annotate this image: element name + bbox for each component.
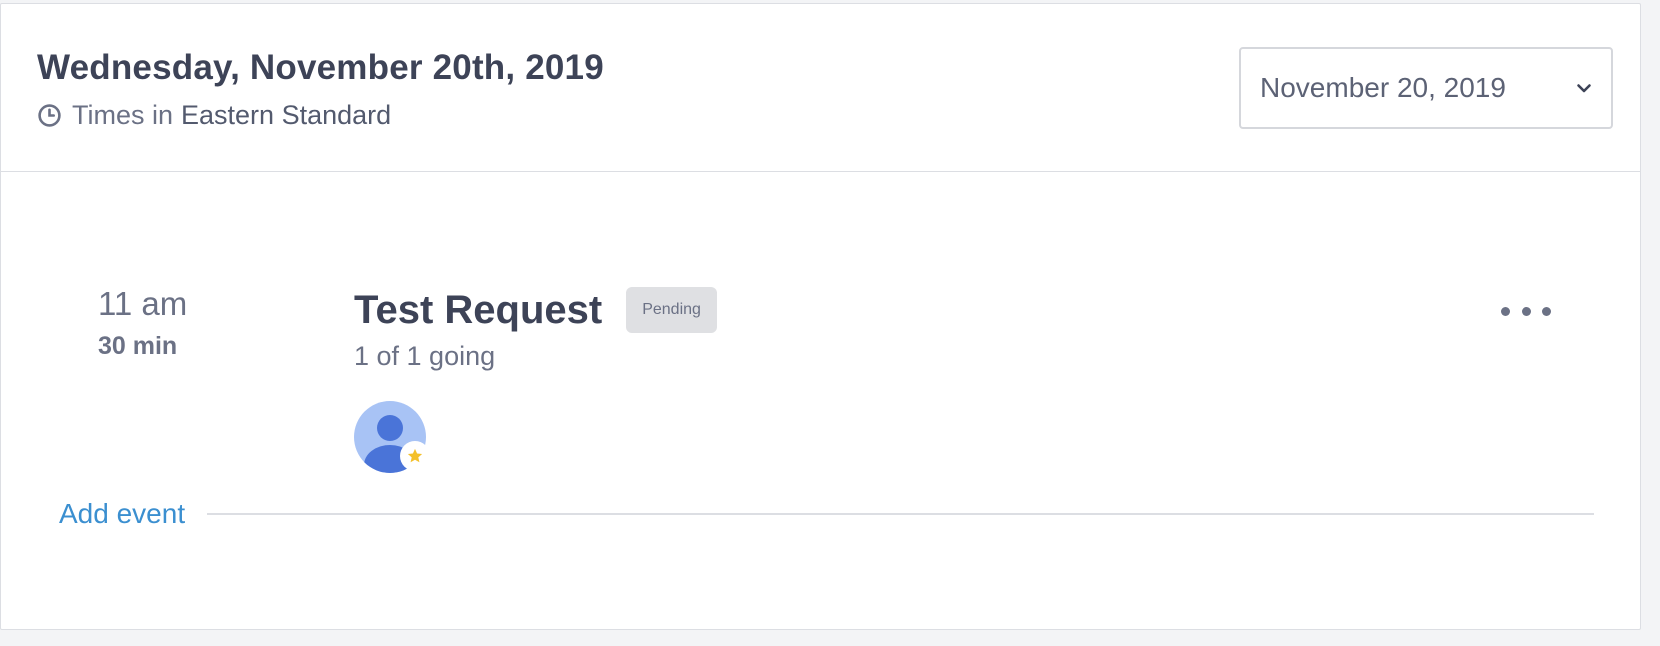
star-icon xyxy=(407,448,423,463)
add-event-row: Add event xyxy=(59,494,1594,534)
event-title[interactable]: Test Request xyxy=(354,290,602,330)
chevron-down-icon xyxy=(1575,79,1593,97)
add-event-link[interactable]: Add event xyxy=(59,498,185,530)
day-schedule-card: Wednesday, November 20th, 2019 Times in … xyxy=(0,3,1641,630)
timezone-prefix: Times in xyxy=(72,100,174,130)
status-badge: Pending xyxy=(626,287,717,333)
event-time: 11 am 30 min xyxy=(98,287,238,361)
more-options-button[interactable] xyxy=(1501,300,1551,322)
more-dot xyxy=(1501,306,1510,316)
attendee-avatar[interactable] xyxy=(354,401,430,473)
page-title: Wednesday, November 20th, 2019 xyxy=(37,48,604,87)
event-duration: 30 min xyxy=(98,332,178,360)
timezone-info: Times in Eastern Standard xyxy=(37,100,391,131)
more-dot xyxy=(1521,306,1531,316)
timezone-name[interactable]: Eastern Standard xyxy=(181,100,391,131)
date-select-value: November 20, 2019 xyxy=(1260,72,1506,103)
clock-icon xyxy=(37,103,62,128)
event-title-row: Test Request Pending xyxy=(354,287,717,333)
event-start-time: 11 am xyxy=(98,285,188,322)
event-attendance: 1 of 1 going xyxy=(354,341,496,371)
day-header: Wednesday, November 20th, 2019 Times in … xyxy=(1,4,1640,172)
divider xyxy=(207,513,1594,515)
organizer-badge xyxy=(400,441,430,471)
more-dot xyxy=(1542,306,1551,316)
date-select[interactable]: November 20, 2019 xyxy=(1239,47,1613,129)
